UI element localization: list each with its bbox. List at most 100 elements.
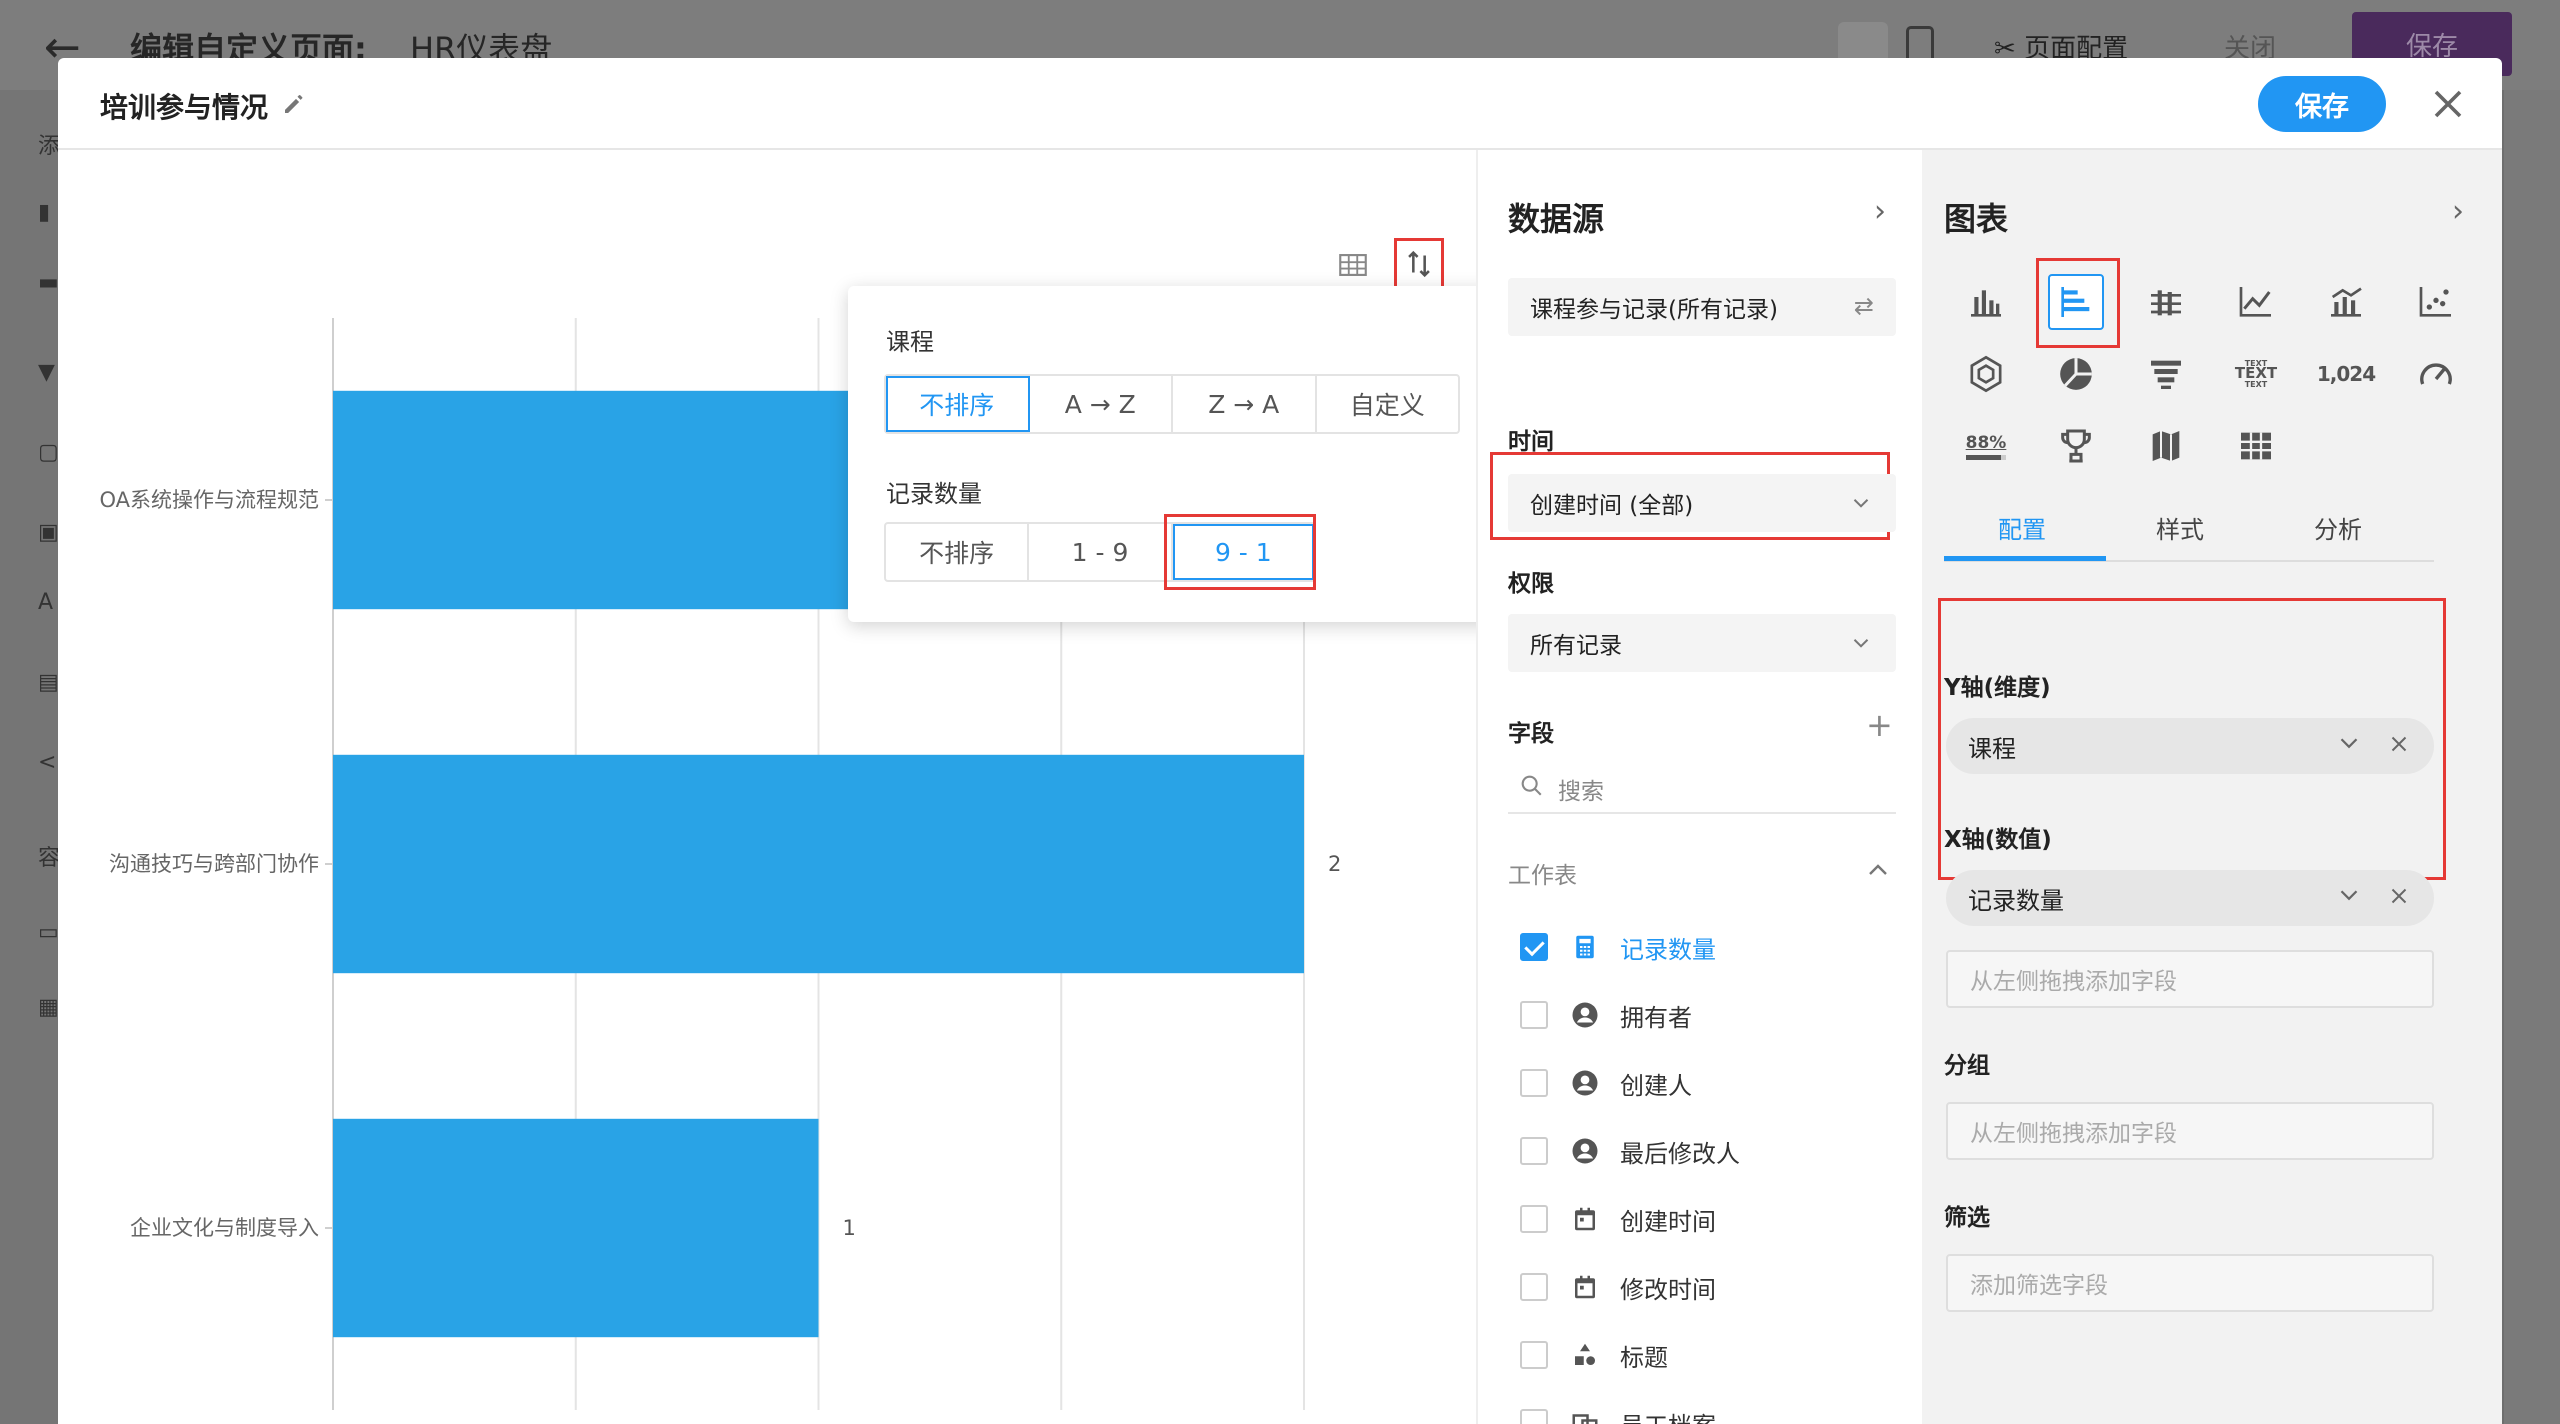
scatter-chart-icon[interactable] — [2408, 274, 2464, 330]
pie-chart-icon[interactable] — [2048, 346, 2104, 402]
combo-chart-icon[interactable] — [2318, 274, 2374, 330]
x-axis-field[interactable]: 记录数量 — [1946, 870, 2434, 926]
swap-icon[interactable]: ⇄ — [1854, 292, 1874, 320]
calendar-icon — [1575, 1275, 1595, 1299]
image-widget-icon[interactable]: ▤ — [38, 670, 59, 695]
bar — [333, 1118, 819, 1338]
bar-value-label: 2 — [1328, 852, 1341, 876]
widget-icon[interactable]: ▢ — [38, 440, 59, 465]
number-chart-icon[interactable]: 1,024 — [2317, 346, 2376, 402]
pivot-table-icon[interactable] — [2228, 418, 2284, 474]
ranking-chart-icon[interactable] — [2048, 418, 2104, 474]
chart-config-title: 图表 — [1944, 200, 2009, 238]
active-tab-indicator — [1944, 556, 2106, 561]
sidebar-char: 添 — [38, 134, 61, 159]
field-row[interactable]: 创建人 — [1508, 1058, 1896, 1108]
chevron-down-icon[interactable] — [2334, 728, 2364, 758]
page-scrollbar-area — [2504, 90, 2560, 1424]
filter-widget-icon[interactable]: ▼ — [38, 360, 55, 385]
table-view-icon[interactable] — [1336, 248, 1370, 282]
y-axis-field[interactable]: 课程 — [1946, 718, 2434, 774]
tab-config[interactable]: 配置 — [1998, 510, 2046, 545]
datasource-select[interactable]: 课程参与记录(所有记录) ⇄ — [1508, 278, 1896, 336]
field-row[interactable]: 修改时间 — [1508, 1262, 1896, 1312]
field-name: 修改时间 — [1620, 1275, 1716, 1304]
radar-chart-icon[interactable] — [1958, 346, 2014, 402]
checkbox[interactable] — [1520, 1341, 1548, 1369]
field-name: 创建人 — [1620, 1071, 1692, 1100]
field-search-input[interactable]: 搜索 — [1508, 758, 1896, 814]
wordcloud-icon[interactable]: TEXT TEXT TEXT — [2228, 346, 2284, 402]
field-name: 拥有者 — [1620, 1003, 1692, 1032]
chart-title[interactable]: 培训参与情况 — [100, 86, 268, 126]
sort-popover: 课程 不排序 A → Z Z → A 自定义 记录数量 不排序 1 - 9 9 … — [848, 286, 1496, 622]
x-axis-drop-zone[interactable]: 从左侧拖拽添加字段 — [1946, 950, 2434, 1008]
sidebar-char[interactable]: < — [38, 750, 56, 775]
checkbox[interactable] — [1520, 1001, 1548, 1029]
course-sort-desc[interactable]: Z → A — [1173, 376, 1317, 432]
tab-style[interactable]: 样式 — [2156, 510, 2204, 545]
chevron-down-icon[interactable] — [2334, 880, 2364, 910]
sidebar-char[interactable]: 容 — [38, 840, 60, 872]
sort-button[interactable] — [1394, 238, 1444, 290]
field-row[interactable]: 员工档案 — [1508, 1398, 1896, 1424]
group-drop-zone[interactable]: 从左侧拖拽添加字段 — [1946, 1102, 2434, 1160]
widget-icon[interactable]: ▣ — [38, 520, 59, 545]
widget-icon[interactable]: ▦ — [38, 995, 59, 1020]
calendar-icon — [1575, 1207, 1595, 1231]
progress-chart-icon[interactable]: 88% — [1958, 418, 2014, 474]
count-sort-none[interactable]: 不排序 — [886, 524, 1030, 580]
course-sort-custom[interactable]: 自定义 — [1317, 376, 1459, 432]
collapse-icon[interactable] — [1862, 854, 1894, 886]
field-row[interactable]: 拥有者 — [1508, 990, 1896, 1040]
user-icon — [1572, 1138, 1598, 1164]
datasource-title: 数据源 — [1508, 200, 1605, 238]
stacked-bar-chart-icon[interactable] — [2138, 274, 2194, 330]
edit-title-icon[interactable] — [280, 88, 310, 118]
course-sort-none[interactable]: 不排序 — [886, 376, 1030, 432]
sidebar-char[interactable]: A — [38, 590, 53, 615]
bar-widget-icon[interactable]: ▮ — [38, 200, 50, 225]
permission-value: 所有记录 — [1530, 633, 1622, 659]
field-row[interactable]: 创建时间 — [1508, 1194, 1896, 1244]
filter-drop-zone[interactable]: 添加筛选字段 — [1946, 1254, 2434, 1312]
tab-analysis[interactable]: 分析 — [2314, 510, 2362, 545]
group-label: 分组 — [1944, 1053, 1990, 1079]
add-field-icon[interactable]: + — [1866, 706, 1893, 744]
checkbox[interactable] — [1520, 1137, 1548, 1165]
filter-label: 筛选 — [1944, 1205, 1990, 1231]
close-icon[interactable] — [2424, 80, 2472, 128]
chevron-right-icon[interactable]: › — [1874, 194, 1886, 229]
bar-value-label: 1 — [843, 1216, 856, 1240]
permission-select[interactable]: 所有记录 — [1508, 614, 1896, 672]
save-button[interactable]: 保存 — [2258, 76, 2386, 132]
config-tabs: 配置 样式 分析 — [1944, 500, 2434, 562]
gauge-chart-icon[interactable] — [2408, 346, 2464, 402]
remove-icon[interactable] — [2386, 731, 2412, 757]
line-chart-icon[interactable] — [2228, 274, 2284, 330]
field-row[interactable]: 标题 — [1508, 1330, 1896, 1380]
time-select[interactable]: 创建时间 (全部) — [1508, 474, 1896, 532]
field-row[interactable]: 记录数量 — [1508, 922, 1896, 972]
remove-icon[interactable] — [2386, 883, 2412, 909]
checkbox[interactable] — [1520, 1205, 1548, 1233]
checkbox[interactable] — [1520, 1069, 1548, 1097]
funnel-chart-icon[interactable] — [2138, 346, 2194, 402]
widget-sidebar: 添 ▮ ▬ ▼ ▢ ▣ A ▤ < 容 ▭ ▦ — [0, 90, 61, 1424]
chevron-right-icon[interactable]: › — [2452, 194, 2464, 229]
bar-chart-icon[interactable] — [1958, 274, 2014, 330]
datasource-value: 课程参与记录(所有记录) — [1530, 297, 1778, 323]
course-sort-options: 不排序 A → Z Z → A 自定义 — [884, 374, 1460, 434]
checkbox[interactable] — [1520, 1409, 1548, 1424]
chart-editor-modal: 培训参与情况 保存 00.511.52OA系统操作与流程规范沟通技巧与跨部门协作… — [58, 58, 2502, 1424]
checkbox[interactable] — [1520, 1273, 1548, 1301]
course-sort-asc[interactable]: A → Z — [1030, 376, 1173, 432]
map-chart-icon[interactable] — [2138, 418, 2194, 474]
chart-config-panel: 图表 › TEXT TEXT TEXT 1,024 88% 配置 样式 分析 Y… — [1922, 150, 2502, 1424]
field-row[interactable]: 最后修改人 — [1508, 1126, 1896, 1176]
fields-label: 字段 — [1508, 721, 1554, 747]
widget-icon[interactable]: ▭ — [38, 920, 59, 945]
checkbox[interactable] — [1520, 933, 1548, 961]
widget-icon[interactable]: ▬ — [38, 270, 59, 295]
count-sort-asc[interactable]: 1 - 9 — [1029, 524, 1173, 580]
